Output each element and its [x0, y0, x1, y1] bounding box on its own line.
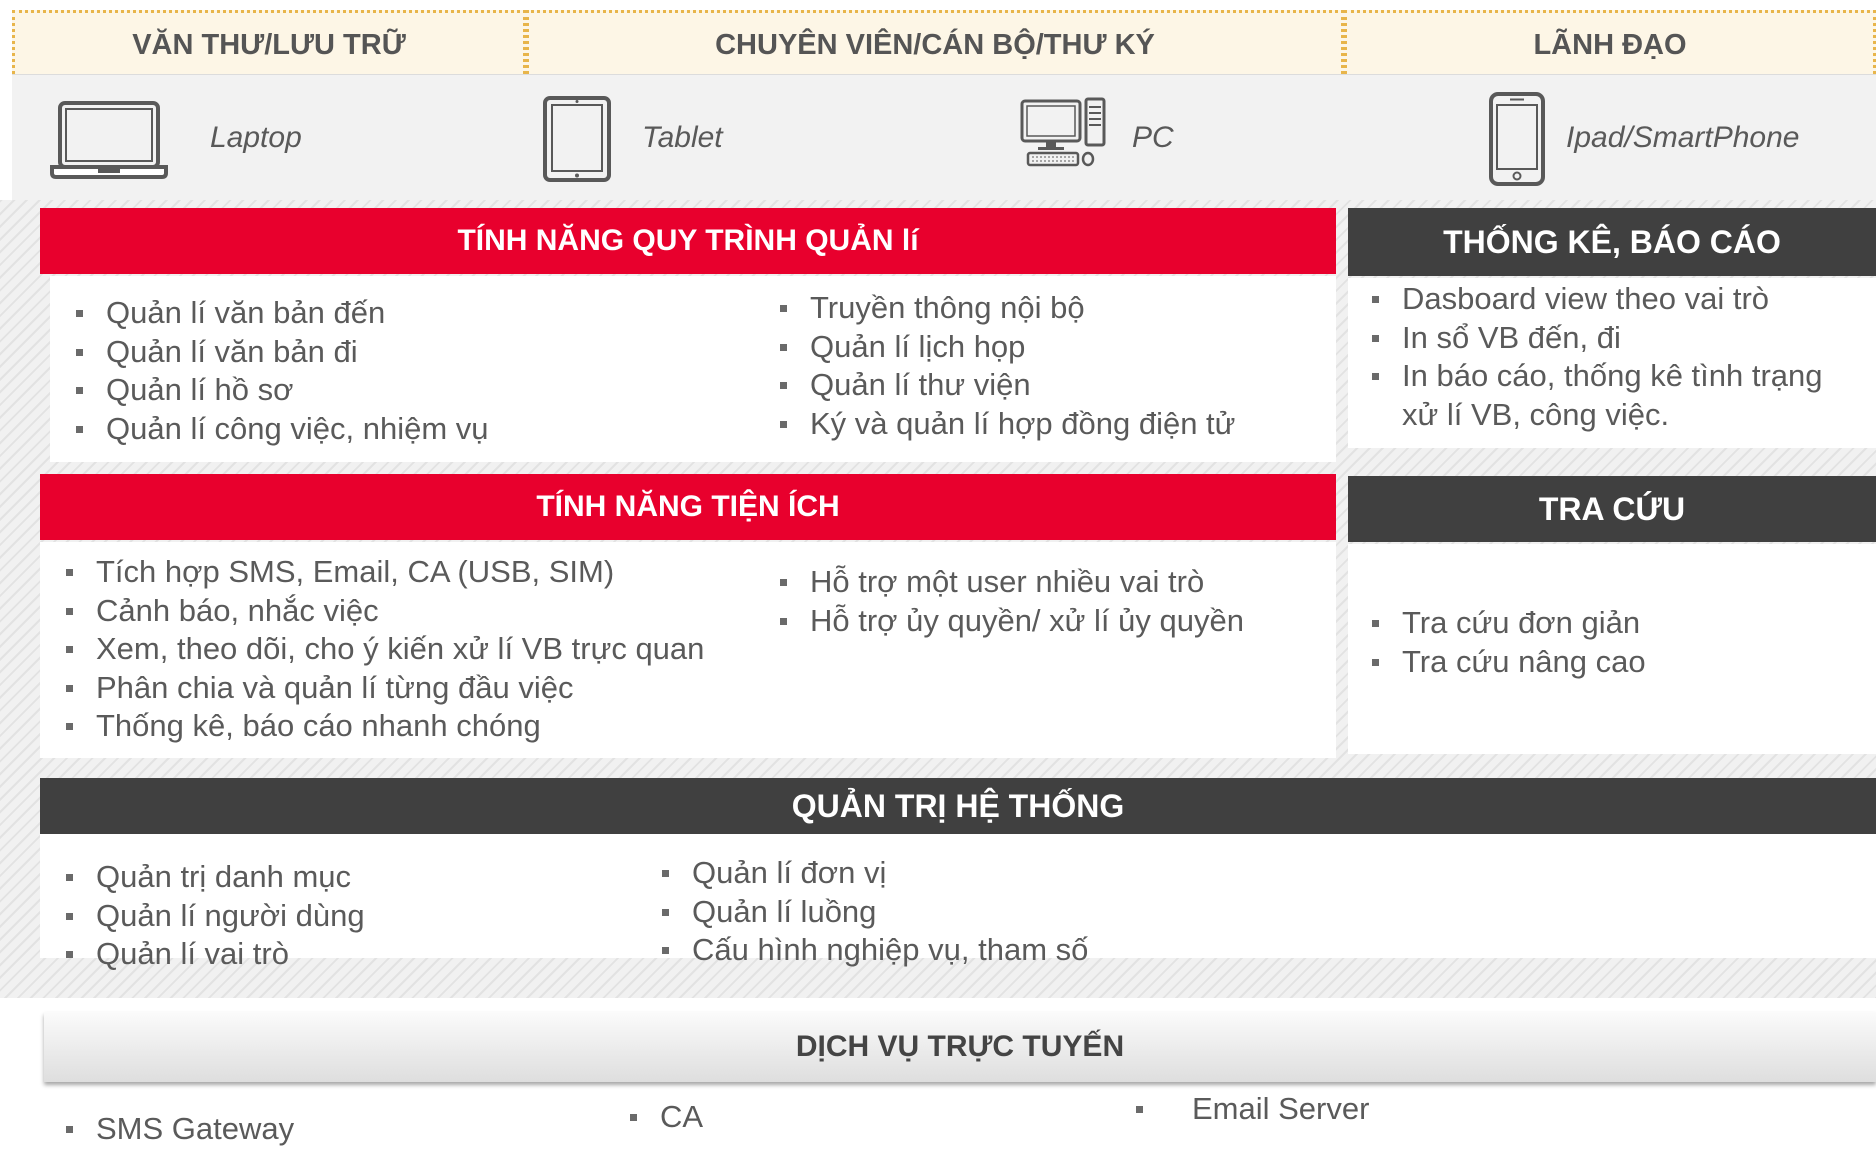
role-label: LÃNH ĐẠO	[1533, 28, 1687, 61]
system-admin-title: QUẢN TRỊ HỆ THỐNG	[791, 787, 1125, 824]
list-item: Xem, theo dõi, cho ý kiến xử lí VB trực …	[60, 630, 704, 669]
device-strip: Laptop Tablet PC Ipad/SmartPhone	[12, 74, 1876, 206]
utility-features-panel: Tích hợp SMS, Email, CA (USB, SIM) Cảnh …	[40, 542, 1336, 758]
list-item: Quản trị danh mục	[60, 858, 365, 897]
device-label-smartphone: Ipad/SmartPhone	[1566, 121, 1800, 154]
role-cell-van-thu: VĂN THƯ/LƯU TRỮ	[12, 10, 526, 80]
list-item: Hỗ trợ ủy quyền/ xử lí ủy quyền	[774, 602, 1244, 641]
list-item: CA	[624, 1098, 703, 1137]
smartphone-icon	[1489, 92, 1545, 186]
list-item: In báo cáo, thống kê tình trạng	[1366, 357, 1823, 396]
role-label: CHUYÊN VIÊN/CÁN BỘ/THƯ KÝ	[715, 28, 1155, 61]
device-label-laptop: Laptop	[210, 121, 302, 154]
process-features-title: TÍNH NĂNG QUY TRÌNH QUẢN lí	[457, 224, 919, 257]
laptop-icon	[50, 101, 168, 179]
list-item: Email Server	[1130, 1090, 1369, 1129]
stats-panel: Dasboard view theo vai trò In sổ VB đến,…	[1348, 278, 1876, 448]
online-service-item-sms: SMS Gateway	[60, 1110, 294, 1149]
list-item: Quản lí vai trò	[60, 935, 365, 974]
search-title: TRA CỨU	[1538, 490, 1686, 527]
list-item: Truyền thông nội bộ	[774, 289, 1235, 328]
process-features-panel: Quản lí văn bản đến Quản lí văn bản đi Q…	[50, 276, 1336, 462]
online-services-title: DỊCH VỤ TRỰC TUYẾN	[795, 1030, 1125, 1063]
list-item: Tích hợp SMS, Email, CA (USB, SIM)	[60, 553, 704, 592]
search-panel: Tra cứu đơn giản Tra cứu nâng cao	[1348, 544, 1876, 754]
role-label: VĂN THƯ/LƯU TRỮ	[132, 28, 406, 61]
online-services-header: DỊCH VỤ TRỰC TUYẾN	[44, 1012, 1876, 1082]
search-header: TRA CỨU	[1348, 476, 1876, 542]
list-item-continuation: xử lí VB, công việc.	[1402, 396, 1670, 432]
stats-list: Dasboard view theo vai trò In sổ VB đến,…	[1366, 280, 1823, 434]
device-label-tablet: Tablet	[642, 121, 723, 154]
list-item: Dasboard view theo vai trò	[1366, 280, 1823, 319]
admin-list-right: Quản lí đơn vị Quản lí luồng Cấu hình ng…	[656, 854, 1088, 970]
search-list: Tra cứu đơn giản Tra cứu nâng cao	[1366, 604, 1646, 681]
list-item: Ký và quản lí hợp đồng điện tử	[774, 405, 1235, 444]
system-admin-panel: Quản trị danh mục Quản lí người dùng Quả…	[40, 834, 1876, 971]
utility-features-title: TÍNH NĂNG TIỆN ÍCH	[536, 490, 840, 523]
list-item: Tra cứu nâng cao	[1366, 643, 1646, 682]
list-item: Hỗ trợ một user nhiều vai trò	[774, 563, 1244, 602]
utility-list-right: Hỗ trợ một user nhiều vai trò Hỗ trợ ủy …	[774, 563, 1244, 640]
list-item: Cấu hình nghiệp vụ, tham số	[656, 931, 1088, 970]
stats-title: THỐNG KÊ, BÁO CÁO	[1443, 223, 1781, 260]
process-list-left: Quản lí văn bản đến Quản lí văn bản đi Q…	[70, 294, 489, 448]
list-item: Tra cứu đơn giản	[1366, 604, 1646, 643]
list-item: Quản lí người dùng	[60, 897, 365, 936]
online-service-item-ca: CA	[624, 1098, 703, 1137]
process-features-header: TÍNH NĂNG QUY TRÌNH QUẢN lí	[40, 208, 1336, 274]
list-item: Quản lí luồng	[656, 893, 1088, 932]
desktop-pc-icon	[1020, 97, 1106, 167]
list-item: Quản lí đơn vị	[656, 854, 1088, 893]
list-item: Quản lí công việc, nhiệm vụ	[70, 410, 489, 449]
role-cell-lanh-dao: LÃNH ĐẠO	[1344, 10, 1876, 80]
online-service-item-email: Email Server	[1130, 1090, 1369, 1129]
list-item: Phân chia và quản lí từng đầu việc	[60, 669, 704, 708]
admin-list-left: Quản trị danh mục Quản lí người dùng Quả…	[60, 858, 365, 974]
stats-header: THỐNG KÊ, BÁO CÁO	[1348, 208, 1876, 276]
list-item: Quản lí lịch họp	[774, 328, 1235, 367]
list-item: Quản lí thư viện	[774, 366, 1235, 405]
list-item: Cảnh báo, nhắc việc	[60, 592, 704, 631]
list-item: Quản lí văn bản đi	[70, 333, 489, 372]
role-cell-chuyen-vien: CHUYÊN VIÊN/CÁN BỘ/THƯ KÝ	[526, 10, 1344, 80]
system-admin-header: QUẢN TRỊ HỆ THỐNG	[40, 778, 1876, 834]
utility-list-left: Tích hợp SMS, Email, CA (USB, SIM) Cảnh …	[60, 553, 704, 746]
list-item: Thống kê, báo cáo nhanh chóng	[60, 707, 704, 746]
process-list-right: Truyền thông nội bộ Quản lí lịch họp Quả…	[774, 289, 1235, 443]
utility-features-header: TÍNH NĂNG TIỆN ÍCH	[40, 474, 1336, 540]
list-item: Quản lí hồ sơ	[70, 371, 489, 410]
list-item: In sổ VB đến, đi	[1366, 319, 1823, 358]
list-item: Quản lí văn bản đến	[70, 294, 489, 333]
tablet-icon	[543, 96, 611, 182]
list-item: SMS Gateway	[60, 1110, 294, 1149]
device-label-pc: PC	[1132, 121, 1174, 154]
